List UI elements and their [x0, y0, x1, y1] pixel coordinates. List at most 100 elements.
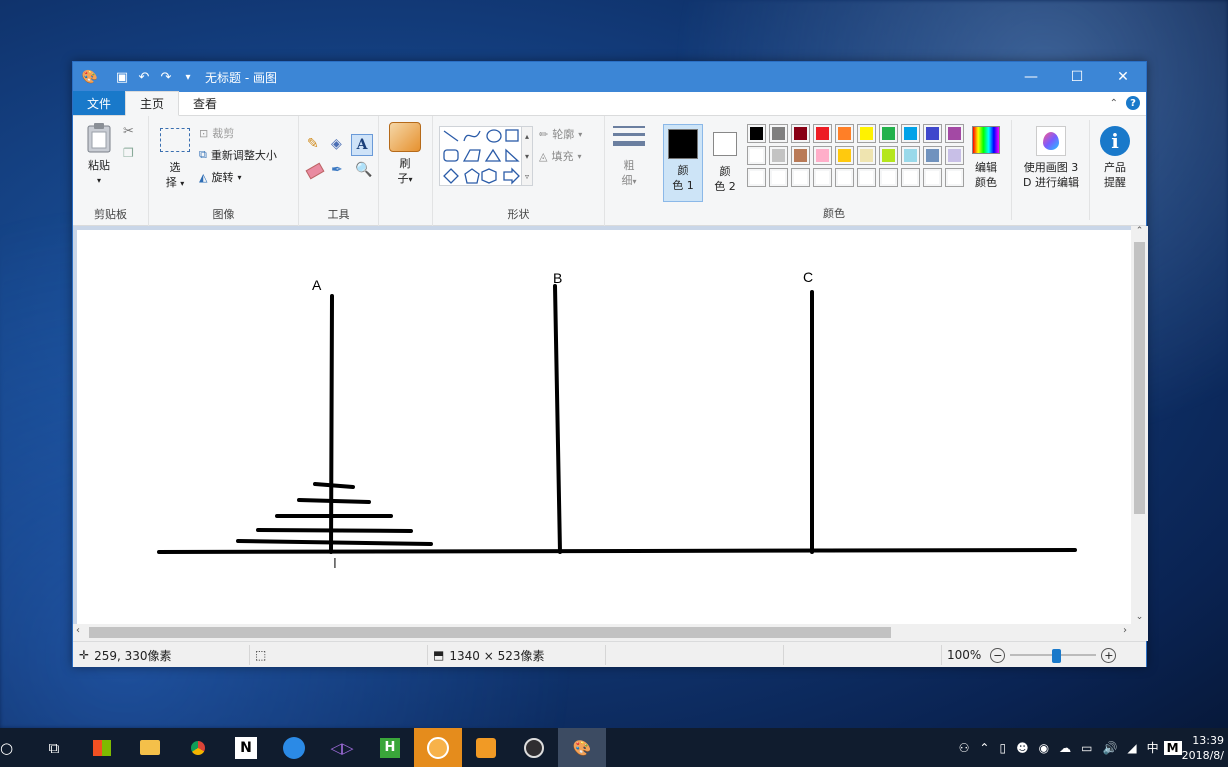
typora-icon[interactable]: N [222, 728, 270, 767]
palette-swatch[interactable] [879, 124, 898, 143]
palette-swatch[interactable] [879, 168, 898, 187]
shapes-scroll[interactable]: ▴ ▾ ▿ [521, 126, 533, 186]
zoom-slider[interactable] [1010, 649, 1097, 663]
drawing-canvas[interactable]: A B C I [77, 230, 1131, 624]
chrome-icon[interactable] [174, 728, 222, 767]
palette-swatch[interactable] [923, 124, 942, 143]
vertical-scroll-thumb[interactable] [1134, 242, 1145, 514]
outline-button[interactable]: ✏ 轮廓 ▾ [539, 126, 582, 142]
palette-swatch[interactable] [769, 146, 788, 165]
help-icon[interactable]: ? [1126, 96, 1140, 110]
fill-icon[interactable]: ◈ [331, 136, 342, 152]
scroll-left-icon[interactable]: ‹ [76, 625, 80, 636]
volume-icon[interactable]: 🔊 [1097, 741, 1122, 755]
zoom-in-icon[interactable]: + [1101, 647, 1117, 663]
scroll-down-icon[interactable]: ⌄ [1131, 612, 1148, 622]
color-picker-icon[interactable]: ✒ [331, 162, 343, 178]
clock[interactable]: 13:39 2018/8/ [1182, 733, 1228, 763]
redo-icon[interactable]: ↷ [155, 66, 177, 88]
close-button[interactable]: ✕ [1100, 62, 1146, 92]
collapse-ribbon-icon[interactable]: ⌃ [1110, 98, 1118, 109]
tab-file[interactable]: 文件 [73, 91, 126, 115]
palette-swatch[interactable] [813, 146, 832, 165]
palette-swatch[interactable] [747, 124, 766, 143]
palette-swatch[interactable] [857, 146, 876, 165]
copy-icon[interactable]: ❐ [123, 146, 134, 160]
browser-icon[interactable] [270, 728, 318, 767]
palette-swatch[interactable] [835, 146, 854, 165]
size-button[interactable]: 粗 细▾ [609, 126, 649, 189]
zoom-slider-thumb[interactable] [1052, 649, 1062, 663]
paste-button[interactable]: 粘贴 ▾ [79, 122, 119, 188]
eraser-icon[interactable] [305, 162, 325, 180]
rotate-button[interactable]: ◭ 旋转 ▾ [199, 169, 241, 185]
palette-swatch[interactable] [945, 124, 964, 143]
select-button[interactable]: 选 择 ▾ [157, 128, 193, 191]
cortana-icon[interactable]: ○ [0, 728, 20, 767]
palette-swatch[interactable] [769, 124, 788, 143]
palette-swatch[interactable] [791, 146, 810, 165]
vertical-scrollbar[interactable]: ⌃ ⌄ [1131, 226, 1148, 624]
palette-swatch[interactable] [857, 168, 876, 187]
palette-swatch[interactable] [813, 168, 832, 187]
palette-swatch[interactable] [747, 146, 766, 165]
file-explorer-icon[interactable] [126, 728, 174, 767]
cut-icon[interactable]: ✂ [123, 124, 134, 139]
edit-colors-button[interactable]: 编辑 颜色 [967, 126, 1005, 190]
visual-studio-icon[interactable]: ◁▷ [318, 728, 366, 767]
usb-icon[interactable]: ▯ [994, 741, 1011, 755]
horizontal-scroll-thumb[interactable] [89, 627, 891, 638]
crop-button[interactable]: ⊡ 裁剪 [199, 125, 234, 141]
palette-swatch[interactable] [835, 124, 854, 143]
battery-icon[interactable]: ▭ [1076, 741, 1097, 755]
color-2-button[interactable]: 颜 色 2 [705, 124, 745, 202]
color-1-button[interactable]: 颜 色 1 [663, 124, 703, 202]
store-icon[interactable] [78, 728, 126, 767]
product-alert-button[interactable]: i 产品 提醒 [1095, 126, 1135, 190]
brushes-button[interactable]: 刷 子▾ [387, 122, 423, 187]
palette-swatch[interactable] [901, 168, 920, 187]
palette-swatch[interactable] [813, 124, 832, 143]
paint-app-icon[interactable]: 🎨 [79, 66, 101, 88]
pencil-icon[interactable]: ✎ [307, 136, 319, 152]
obs-icon[interactable] [510, 728, 558, 767]
palette-swatch[interactable] [857, 124, 876, 143]
customize-quick-access-icon[interactable]: ▾ [177, 66, 199, 88]
palette-swatch[interactable] [879, 146, 898, 165]
horizontal-scrollbar[interactable]: ‹ › [73, 624, 1131, 641]
network-icon[interactable]: ◢ [1122, 741, 1141, 755]
palette-swatch[interactable] [747, 168, 766, 187]
save-icon[interactable]: ▣ [111, 66, 133, 88]
maximize-button[interactable]: ☐ [1054, 62, 1100, 92]
undo-icon[interactable]: ↶ [133, 66, 155, 88]
palette-swatch[interactable] [945, 168, 964, 187]
palette-swatch[interactable] [923, 168, 942, 187]
palette-swatch[interactable] [945, 146, 964, 165]
shapes-gallery[interactable] [439, 126, 533, 186]
people-icon[interactable]: ⚇ [954, 741, 975, 755]
scroll-up-icon[interactable]: ⌃ [1131, 226, 1148, 240]
palette-swatch[interactable] [769, 168, 788, 187]
palette-swatch[interactable] [835, 168, 854, 187]
sublime-icon[interactable] [462, 728, 510, 767]
tray-app-2-icon[interactable]: ◉ [1034, 741, 1054, 755]
tray-app-icon[interactable]: ☻ [1011, 741, 1034, 755]
palette-swatch[interactable] [901, 146, 920, 165]
palette-swatch[interactable] [923, 146, 942, 165]
paint-taskbar-icon[interactable]: 🎨 [558, 728, 606, 767]
ime-mode[interactable]: 中 [1142, 739, 1164, 756]
palette-swatch[interactable] [901, 124, 920, 143]
tab-home[interactable]: 主页 [125, 91, 180, 116]
fill-button[interactable]: ◬ 填充 ▾ [539, 148, 581, 164]
app-orange-icon[interactable] [414, 728, 462, 767]
resize-button[interactable]: ⧉ 重新调整大小 [199, 147, 277, 163]
hbuilder-icon[interactable]: H [366, 728, 414, 767]
minimize-button[interactable]: — [1008, 62, 1054, 92]
magnifier-icon[interactable]: 🔍 [355, 162, 372, 178]
tab-view[interactable]: 查看 [179, 91, 231, 115]
text-icon[interactable]: A [351, 134, 373, 156]
ime-indicator[interactable]: M [1163, 740, 1182, 755]
show-hidden-icon[interactable]: ⌃ [974, 741, 994, 755]
paint3d-button[interactable]: 使用画图 3 D 进行编辑 [1017, 126, 1085, 190]
onedrive-icon[interactable]: ☁ [1054, 741, 1076, 755]
